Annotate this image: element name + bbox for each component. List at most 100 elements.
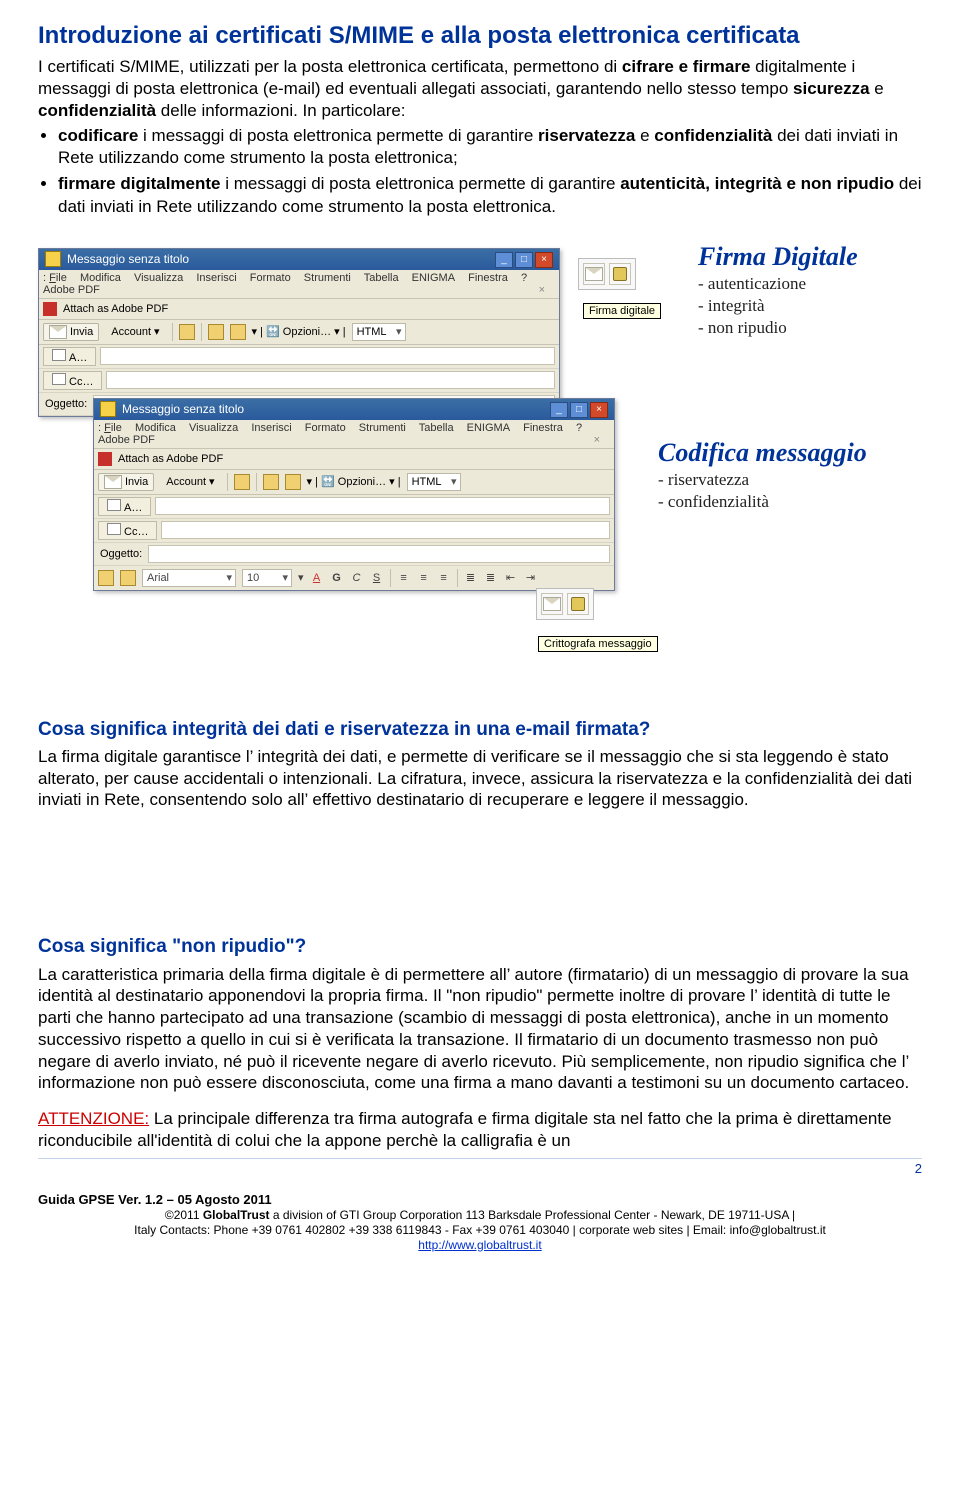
toolbar-icon[interactable] xyxy=(208,324,224,340)
invia-label: Invia xyxy=(70,326,93,338)
footer-address: a division of GTI Group Corporation 113 … xyxy=(270,1208,796,1222)
attention-label: ATTENZIONE: xyxy=(38,1109,149,1128)
minimize-button[interactable]: _ xyxy=(550,402,568,418)
fontsize-dropdown[interactable]: 10 xyxy=(242,569,292,587)
menu-enigma[interactable]: ENIGMA xyxy=(467,422,510,434)
cc-button[interactable]: Cc… xyxy=(43,371,102,390)
cc-input[interactable] xyxy=(106,371,555,389)
intro-text: I certificati S/MIME, utilizzati per la … xyxy=(38,57,622,76)
bullet-list: codificare i messaggi di posta elettroni… xyxy=(38,125,922,217)
toolbar-icon[interactable] xyxy=(234,474,250,490)
close-button[interactable]: × xyxy=(535,252,553,268)
list-icon[interactable]: ≣ xyxy=(484,571,498,585)
close-button[interactable]: × xyxy=(590,402,608,418)
menu-help[interactable]: ? xyxy=(521,272,527,284)
b2-text: i messaggi di posta elettronica permette… xyxy=(221,174,621,193)
list-icon[interactable]: ≣ xyxy=(464,571,478,585)
menu-adobe[interactable]: Adobe PDF xyxy=(43,284,100,296)
menu-tabella[interactable]: Tabella xyxy=(419,422,454,434)
underline-icon[interactable]: S xyxy=(370,571,384,585)
menu-file[interactable]: : File xyxy=(43,272,67,284)
invia-button[interactable]: Invia xyxy=(98,473,154,491)
toolbar-icon[interactable] xyxy=(98,570,114,586)
menu-file[interactable]: : File xyxy=(98,422,122,434)
to-input[interactable] xyxy=(100,347,555,365)
menu-visualizza[interactable]: Visualizza xyxy=(134,272,183,284)
window-title: Messaggio senza titolo xyxy=(67,252,189,266)
menu-finestra[interactable]: Finestra xyxy=(468,272,508,284)
bold-icon[interactable]: G xyxy=(330,571,344,585)
tooltip-crittografa: Crittografa messaggio xyxy=(538,636,658,652)
minimize-button[interactable]: _ xyxy=(495,252,513,268)
menu-close-icon[interactable]: × xyxy=(539,284,545,296)
opzioni-button[interactable]: Opzioni… xyxy=(283,326,331,338)
to-input[interactable] xyxy=(155,497,610,515)
to-row: A… xyxy=(94,495,614,519)
align-icon[interactable]: ≡ xyxy=(437,571,451,585)
section2-heading: Cosa significa integrità dei dati e rise… xyxy=(38,718,922,742)
cc-row: Cc… xyxy=(39,369,559,393)
intro-text: e xyxy=(870,79,884,98)
maximize-button[interactable]: □ xyxy=(570,402,588,418)
menu-enigma[interactable]: ENIGMA xyxy=(412,272,455,284)
toolbar-icon[interactable] xyxy=(285,474,301,490)
sign-icon[interactable] xyxy=(541,593,563,615)
menu-strumenti[interactable]: Strumenti xyxy=(304,272,351,284)
callout-encrypt-buttons xyxy=(536,588,594,620)
indent-icon[interactable]: ⇥ xyxy=(524,571,538,585)
encrypt-icon[interactable] xyxy=(567,593,589,615)
menu-formato[interactable]: Formato xyxy=(305,422,346,434)
menu-inserisci[interactable]: Inserisci xyxy=(251,422,291,434)
subject-input[interactable] xyxy=(148,545,610,563)
attach-pdf-button[interactable]: Attach as Adobe PDF xyxy=(118,453,223,465)
footer: Guida GPSE Ver. 1.2 – 05 Agosto 2011 ©20… xyxy=(0,1186,960,1267)
menu-modifica[interactable]: Modifica xyxy=(80,272,121,284)
italic-icon[interactable]: C xyxy=(350,571,364,585)
cc-input[interactable] xyxy=(161,521,610,539)
menu-modifica[interactable]: Modifica xyxy=(135,422,176,434)
align-icon[interactable]: ≡ xyxy=(417,571,431,585)
separator xyxy=(227,473,228,491)
to-button[interactable]: A… xyxy=(98,497,151,516)
align-icon[interactable]: ≡ xyxy=(397,571,411,585)
toolbar-icon[interactable] xyxy=(263,474,279,490)
account-button[interactable]: Account ▾ xyxy=(105,323,165,340)
footer-link[interactable]: http://www.globaltrust.it xyxy=(418,1238,541,1252)
cc-button[interactable]: Cc… xyxy=(98,521,157,540)
menubar: : File Modifica Visualizza Inserisci For… xyxy=(94,420,614,449)
label2-line: - riservatezza xyxy=(658,470,867,490)
toolbar-icon[interactable] xyxy=(120,570,136,586)
menu-adobe[interactable]: Adobe PDF xyxy=(98,434,155,446)
page-number: 2 xyxy=(38,1158,922,1176)
format-dropdown[interactable]: HTML xyxy=(352,323,406,341)
font-dropdown[interactable]: Arial xyxy=(142,569,236,587)
intro-bold-3: confidenzialità xyxy=(38,101,156,120)
label1-line: - autenticazione xyxy=(698,274,858,294)
menu-inserisci[interactable]: Inserisci xyxy=(196,272,236,284)
menu-tabella[interactable]: Tabella xyxy=(364,272,399,284)
toolbar-icon[interactable] xyxy=(179,324,195,340)
to-button[interactable]: A… xyxy=(43,347,96,366)
menu-visualizza[interactable]: Visualizza xyxy=(189,422,238,434)
format-dropdown[interactable]: HTML xyxy=(407,473,461,491)
menu-help[interactable]: ? xyxy=(576,422,582,434)
figure-label-2: Codifica messaggio - riservatezza - conf… xyxy=(658,438,867,512)
encrypt-icon[interactable] xyxy=(609,263,631,285)
menu-finestra[interactable]: Finestra xyxy=(523,422,563,434)
mail-window-2: Messaggio senza titolo _□× : File Modifi… xyxy=(93,398,615,591)
maximize-button[interactable]: □ xyxy=(515,252,533,268)
menu-formato[interactable]: Formato xyxy=(250,272,291,284)
menu-strumenti[interactable]: Strumenti xyxy=(359,422,406,434)
indent-icon[interactable]: ⇤ xyxy=(504,571,518,585)
menu-close-icon[interactable]: × xyxy=(594,434,600,446)
toolbar-pdf: Attach as Adobe PDF xyxy=(39,299,559,320)
attention-body: La principale differenza tra firma autog… xyxy=(38,1109,892,1150)
sign-icon[interactable] xyxy=(583,263,605,285)
opzioni-button[interactable]: Opzioni… xyxy=(338,476,386,488)
toolbar-icon[interactable] xyxy=(230,324,246,340)
invia-button[interactable]: Invia xyxy=(43,323,99,341)
titlebar: Messaggio senza titolo _□× xyxy=(39,249,559,270)
attach-pdf-button[interactable]: Attach as Adobe PDF xyxy=(63,303,168,315)
account-button[interactable]: Account ▾ xyxy=(160,473,220,490)
font-color-icon[interactable]: A xyxy=(310,571,324,585)
